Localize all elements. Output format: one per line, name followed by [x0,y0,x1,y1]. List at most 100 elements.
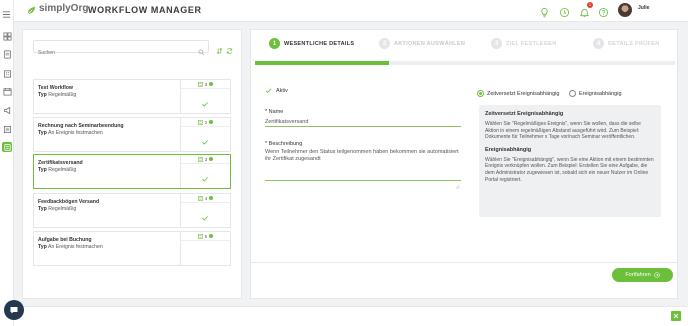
workflow-meta: 2 [180,118,230,151]
app-title: WORKFLOW MANAGER [88,5,202,15]
brand-name: simplyOrg [39,3,89,14]
actions-icon [197,233,203,239]
search-input[interactable] [34,47,194,59]
status-dot [209,82,214,86]
search-icon[interactable] [198,43,205,56]
step-label: AKTIONEN AUSWÄHLEN [394,40,466,47]
sort-icon[interactable] [216,42,223,55]
status-dot [209,234,214,238]
workflow-item[interactable]: Rechnung nach Seminarbeendung Typ An Ere… [33,117,231,152]
description-field[interactable]: Wenn Teilnehmer den Status teilgenommen … [265,149,461,181]
radio-zeitversetzt[interactable]: Zeitversetzt Ereignisabhängig [477,90,559,97]
logo-mark-icon [26,3,37,15]
left-sidebar [0,0,14,326]
workflow-name: Rechnung nach Seminarbeendung [38,123,124,129]
calendar-icon[interactable] [2,86,12,96]
check-icon [201,95,209,107]
notification-badge: 1 [587,2,593,8]
next-button[interactable]: Fortfahren [612,268,673,282]
chat-button[interactable] [4,300,24,320]
divider [251,262,677,263]
workflow-icon[interactable] [2,142,12,152]
check-icon [265,88,272,94]
dashboard-icon[interactable] [2,31,12,41]
check-icon [201,209,209,221]
workflow-meta: 3 [180,80,230,113]
megaphone-icon[interactable] [2,105,12,115]
step-number: 2 [379,38,390,49]
book-icon[interactable] [2,49,12,59]
info-text: Wählen Sie "Ereignisabhängig", wenn Sie … [485,156,654,183]
step-number: 4 [593,38,604,49]
workflow-type: Typ Regelmäßig [38,92,77,98]
lightbulb-icon[interactable] [539,5,550,18]
user-name[interactable]: Julie [638,5,649,11]
actions-icon [197,81,203,87]
info-box: Zeitversetzt Ereignisabhängig Wählen Sie… [479,105,661,217]
step-label: ZIEL FESTLEGEN [506,40,557,47]
menu-collapse-icon[interactable] [2,6,11,18]
info-heading: Zeitversetzt Ereignisabhängig [485,111,564,117]
workflow-type: Typ Regelmäßig [38,206,77,212]
info-text: Wählen Sie "Regelmäßiges Ereignis", wenn… [485,121,641,141]
search-box [33,40,209,59]
status-dot [209,157,214,161]
wizard-progress [255,61,675,65]
workflow-item[interactable]: Aufgabe bei Buchung Typ An Ereignis fest… [33,231,231,266]
help-icon[interactable] [598,5,609,18]
list-icon[interactable] [2,124,12,134]
workflow-name: Zertifikatsversand [38,160,83,166]
action-count: 5 [181,232,230,241]
description-label: * Beschreibung [265,141,303,147]
check-icon [201,133,209,145]
status-dot [209,196,214,200]
workflow-item[interactable]: Feedbackbögen Versand Typ Regelmäßig 4 [33,193,231,228]
step-1[interactable]: 1 WESENTLICHE DETAILS [269,38,354,49]
radio-button[interactable] [477,90,484,97]
radio-button[interactable] [569,90,576,97]
step-number: 1 [269,38,280,49]
step-3[interactable]: 3 ZIEL FESTLEGEN [491,38,557,49]
active-label: Aktiv [276,87,288,94]
workflow-editor-panel: 1 WESENTLICHE DETAILS 2 AKTIONEN AUSWÄHL… [250,29,678,299]
step-4[interactable]: 4 DETAILS PRÜFEN [593,38,659,49]
action-count: 2 [181,118,230,127]
brand-logo[interactable]: simplyOrg [26,3,89,15]
step-label: WESENTLICHE DETAILS [284,40,355,47]
workflow-item[interactable]: Test Workflow Typ Regelmäßig 3 [33,79,231,114]
name-field[interactable] [265,117,461,127]
close-button[interactable] [671,311,681,321]
step-label: DETAILS PRÜFEN [608,40,660,47]
workflow-name: Feedbackbögen Versand [38,199,100,205]
workflow-type: Typ Regelmäßig [38,167,77,173]
clock-icon[interactable] [559,5,570,18]
step-2[interactable]: 2 AKTIONEN AUSWÄHLEN [379,38,465,49]
workflow-name: Aufgabe bei Buchung [38,237,92,243]
workflow-item-selected[interactable]: Zertifikatsversand Typ Regelmäßig 3 [33,154,231,189]
action-count: 3 [181,155,230,164]
resize-handle-icon[interactable] [455,176,460,189]
bottom-bar [14,306,688,326]
workflow-type: Typ An Ereignis festmachen [38,130,103,136]
arrow-right-icon [653,272,660,278]
check-icon [201,170,209,182]
workflow-list-panel: Test Workflow Typ Regelmäßig 3 Rechnung … [22,29,242,299]
building-icon[interactable] [2,68,12,78]
radio-label: Ereignisabhängig [579,90,622,97]
step-number: 3 [491,38,502,49]
radio-label: Zeitversetzt Ereignisabhängig [487,90,560,97]
bell-icon[interactable]: 1 [579,2,593,18]
name-label: * Name [265,109,284,115]
active-toggle[interactable]: Aktiv [265,87,288,94]
user-avatar[interactable] [618,3,632,17]
action-count: 4 [181,194,230,203]
action-count: 3 [181,80,230,89]
next-label: Fortfahren [625,272,651,278]
workflow-meta: 3 [180,155,230,188]
radio-ereignisabhaengig[interactable]: Ereignisabhängig [569,90,622,97]
chat-icon [10,307,18,314]
refresh-icon[interactable] [226,42,233,54]
wizard-steps: 1 WESENTLICHE DETAILS 2 AKTIONEN AUSWÄHL… [261,38,671,52]
actions-icon [197,119,203,125]
workflow-name: Test Workflow [38,85,73,91]
